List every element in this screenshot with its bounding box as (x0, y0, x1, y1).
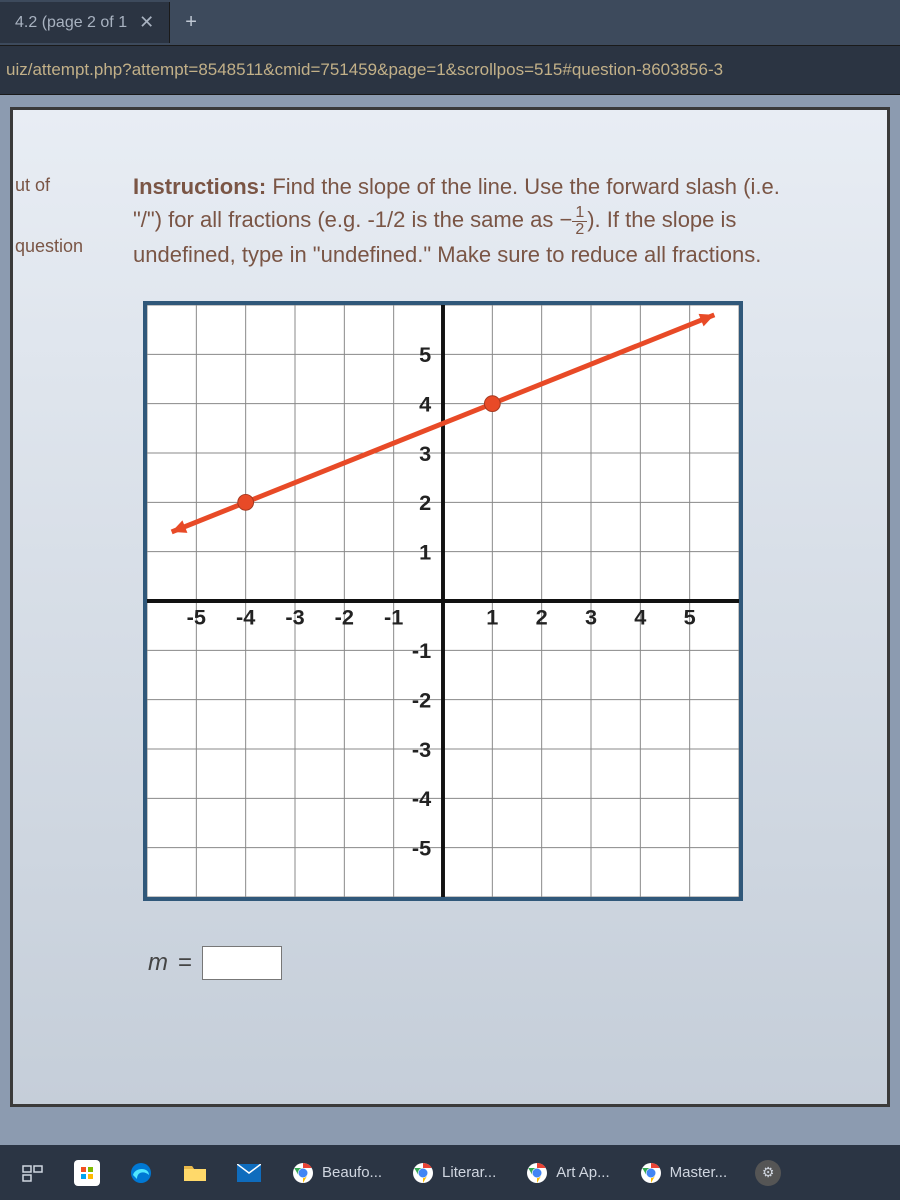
slope-input[interactable] (202, 946, 282, 980)
svg-text:2: 2 (419, 490, 431, 515)
svg-text:5: 5 (419, 342, 431, 367)
taskbar-item-extra[interactable]: ⚙ (745, 1154, 791, 1192)
taskbar-item-master[interactable]: Master... (628, 1154, 738, 1192)
store-icon (74, 1160, 100, 1186)
mail-button[interactable] (226, 1154, 272, 1192)
svg-text:-2: -2 (335, 604, 354, 629)
svg-text:1: 1 (486, 604, 498, 629)
windows-taskbar: Beaufo... Literar... Art Ap... Master...… (0, 1145, 900, 1200)
svg-text:-5: -5 (412, 835, 431, 860)
question-body: Instructions: Find the slope of the line… (133, 170, 867, 980)
chrome-icon (410, 1160, 436, 1186)
svg-text:-4: -4 (412, 786, 431, 811)
flag-question-link[interactable]: question (15, 236, 83, 257)
mail-icon (236, 1160, 262, 1186)
edge-icon (128, 1160, 154, 1186)
chrome-icon (290, 1160, 316, 1186)
equals-sign: = (178, 949, 192, 977)
chrome-icon (524, 1160, 550, 1186)
app-icon: ⚙ (755, 1160, 781, 1186)
tab-bar: 4.2 (page 2 of 1 ✕ + (0, 0, 900, 45)
svg-text:-2: -2 (412, 687, 431, 712)
svg-text:-1: -1 (412, 638, 431, 663)
taskbar-label: Art Ap... (556, 1164, 609, 1181)
svg-text:-4: -4 (236, 604, 255, 629)
task-view-button[interactable] (10, 1154, 56, 1192)
close-icon[interactable]: ✕ (139, 12, 154, 33)
svg-text:-5: -5 (187, 604, 206, 629)
taskbar-label: Master... (670, 1164, 728, 1181)
fraction-example: 12 (572, 205, 587, 238)
fraction-denominator: 2 (572, 222, 587, 238)
answer-row: m = (148, 946, 867, 980)
svg-text:4: 4 (419, 391, 431, 416)
fraction-numerator: 1 (572, 205, 587, 222)
answer-variable: m (148, 949, 168, 977)
tab-title: 4.2 (page 2 of 1 (15, 14, 127, 32)
explorer-button[interactable] (172, 1154, 218, 1192)
svg-text:2: 2 (536, 604, 548, 629)
page-content: ut of question Instructions: Find the sl… (10, 107, 890, 1107)
coordinate-graph: -5 -4 -3 -2 -1 1 2 3 4 5 5 4 3 2 1 -1 -2 -3 -4 -5 (143, 301, 743, 901)
url-text: uiz/attempt.php?attempt=8548511&cmid=751… (6, 60, 723, 79)
folder-icon (182, 1160, 208, 1186)
svg-text:4: 4 (634, 604, 646, 629)
instructions-text: Instructions: Find the slope of the line… (133, 170, 783, 271)
out-of-label: ut of (15, 175, 83, 196)
instructions-label: Instructions: (133, 174, 266, 199)
taskbar-item-beaufo[interactable]: Beaufo... (280, 1154, 392, 1192)
browser-chrome: 4.2 (page 2 of 1 ✕ + uiz/attempt.php?att… (0, 0, 900, 95)
svg-text:-3: -3 (285, 604, 304, 629)
address-bar[interactable]: uiz/attempt.php?attempt=8548511&cmid=751… (0, 45, 900, 94)
chrome-icon (638, 1160, 664, 1186)
svg-text:5: 5 (684, 604, 696, 629)
store-button[interactable] (64, 1154, 110, 1192)
svg-text:-1: -1 (384, 604, 403, 629)
taskbar-item-literar[interactable]: Literar... (400, 1154, 506, 1192)
graph-svg: -5 -4 -3 -2 -1 1 2 3 4 5 5 4 3 2 1 -1 -2 -3 -4 -5 (147, 305, 739, 897)
taskbar-label: Beaufo... (322, 1164, 382, 1181)
task-view-icon (20, 1160, 46, 1186)
svg-text:1: 1 (419, 539, 431, 564)
svg-text:3: 3 (419, 441, 431, 466)
new-tab-button[interactable]: + (170, 1, 212, 44)
taskbar-item-artap[interactable]: Art Ap... (514, 1154, 619, 1192)
edge-button[interactable] (118, 1154, 164, 1192)
svg-text:3: 3 (585, 604, 597, 629)
taskbar-label: Literar... (442, 1164, 496, 1181)
browser-tab[interactable]: 4.2 (page 2 of 1 ✕ (0, 2, 170, 43)
svg-text:-3: -3 (412, 737, 431, 762)
question-meta: ut of question (15, 175, 83, 297)
